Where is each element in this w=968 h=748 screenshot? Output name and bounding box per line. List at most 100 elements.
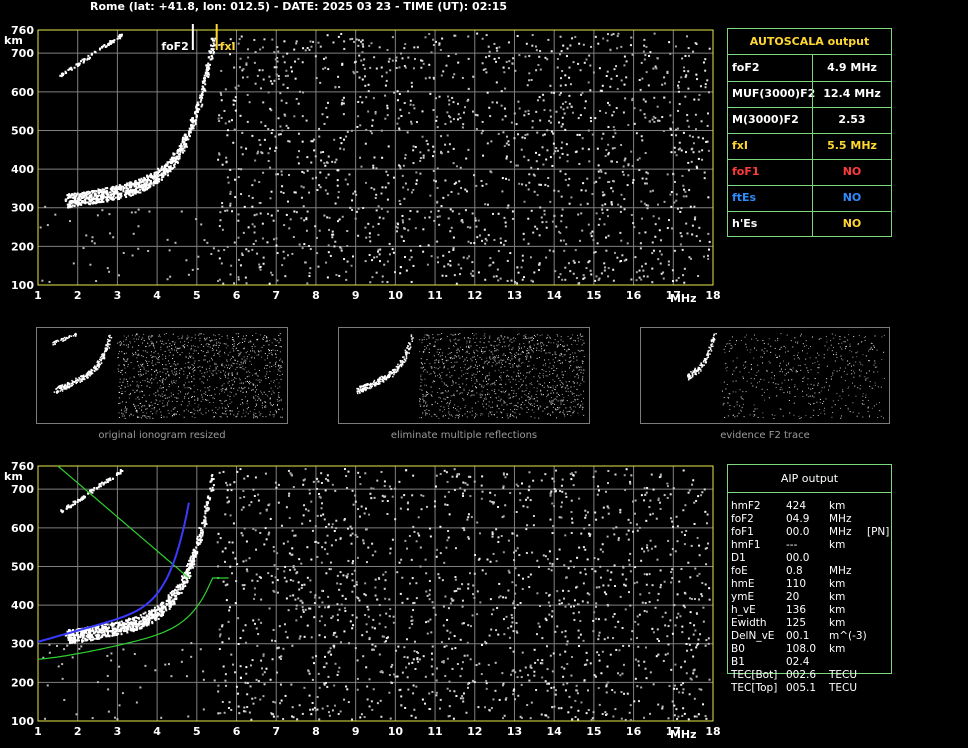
noise-dot [170, 675, 173, 678]
noise-dot [564, 635, 567, 638]
noise-dot [359, 483, 362, 486]
noise-dot [533, 190, 536, 193]
noise-dot [476, 32, 479, 35]
noise-dot [401, 601, 404, 604]
noise-dot [502, 131, 505, 134]
noise-dot [707, 642, 710, 645]
noise-dot [621, 573, 624, 576]
noise-dot [259, 265, 262, 268]
trace-dot [81, 639, 84, 642]
noise-dot [697, 495, 700, 498]
noise-dot [331, 526, 334, 529]
noise-dot [394, 518, 397, 521]
noise-dot [549, 562, 552, 565]
noise-dot [311, 701, 314, 704]
noise-dot [533, 670, 536, 673]
noise-dot [629, 44, 632, 47]
noise-dot [340, 142, 343, 145]
noise-dot [635, 637, 638, 640]
noise-dot [225, 684, 228, 687]
trace-dot [128, 186, 131, 189]
trace-dot [162, 167, 165, 170]
noise-dot [436, 126, 439, 129]
noise-dot [383, 484, 386, 487]
noise-dot [612, 527, 615, 530]
noise-dot [543, 133, 546, 136]
noise-dot [39, 226, 42, 229]
noise-dot [669, 619, 672, 622]
noise-dot [269, 166, 272, 169]
noise-dot [410, 558, 413, 561]
noise-dot [112, 236, 115, 239]
noise-dot [351, 532, 354, 535]
noise-dot [331, 230, 334, 233]
noise-dot [473, 596, 476, 599]
noise-dot [304, 608, 307, 611]
noise-dot [433, 219, 436, 222]
noise-dot [419, 159, 422, 162]
noise-dot [528, 586, 531, 589]
noise-dot [520, 676, 523, 679]
noise-dot [627, 163, 630, 166]
noise-dot [430, 255, 433, 258]
trace-dot [182, 151, 185, 154]
noise-dot [495, 101, 498, 104]
noise-dot [607, 469, 610, 472]
noise-dot [351, 562, 354, 565]
noise-dot [438, 215, 441, 218]
noise-dot [56, 644, 59, 647]
noise-dot [454, 547, 457, 550]
noise-dot [337, 670, 340, 673]
noise-dot [541, 662, 544, 665]
noise-dot [225, 481, 228, 484]
noise-dot [323, 682, 326, 685]
noise-dot [267, 152, 270, 155]
noise-dot [282, 647, 285, 650]
noise-dot [364, 260, 367, 263]
frequency-marker-label: fxI [220, 40, 236, 53]
trace-dot [127, 628, 130, 631]
noise-dot [674, 151, 677, 154]
noise-dot [316, 708, 319, 711]
trace-dot [173, 160, 176, 163]
noise-dot [591, 717, 594, 720]
noise-dot [448, 513, 451, 516]
trace-dot [134, 188, 137, 191]
noise-dot [611, 147, 614, 150]
noise-dot [617, 32, 620, 35]
noise-dot [368, 513, 371, 516]
noise-dot [410, 615, 413, 618]
noise-dot [180, 210, 183, 213]
noise-dot [398, 480, 401, 483]
noise-dot [302, 205, 305, 208]
noise-dot [631, 181, 634, 184]
noise-dot [707, 637, 710, 640]
noise-dot [524, 666, 527, 669]
noise-dot [688, 189, 691, 192]
noise-dot [547, 601, 550, 604]
noise-dot [565, 243, 568, 246]
noise-dot [655, 517, 658, 520]
noise-dot [594, 675, 597, 678]
noise-dot [576, 692, 579, 695]
noise-dot [480, 484, 483, 487]
noise-dot [671, 700, 674, 703]
noise-dot [471, 614, 474, 617]
noise-dot [455, 695, 458, 698]
noise-dot [464, 188, 467, 191]
noise-dot [511, 532, 514, 535]
noise-dot [380, 470, 383, 473]
trace-dot [212, 51, 215, 54]
noise-dot [164, 663, 167, 666]
noise-dot [391, 538, 394, 541]
noise-dot [602, 506, 605, 509]
noise-dot [693, 697, 696, 700]
noise-dot [409, 210, 412, 213]
noise-dot [322, 151, 325, 154]
noise-dot [404, 157, 407, 160]
noise-dot [251, 134, 254, 137]
noise-dot [640, 61, 643, 64]
noise-dot [567, 567, 570, 570]
noise-dot [632, 179, 635, 182]
trace-dot [94, 201, 97, 204]
